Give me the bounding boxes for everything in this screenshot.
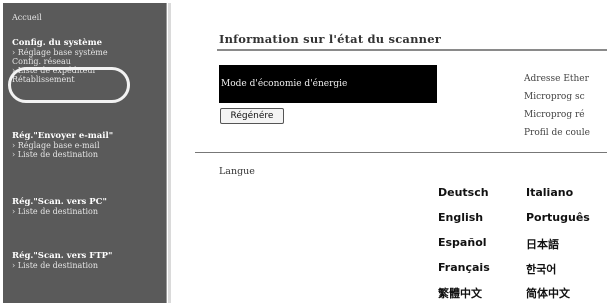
sidebar-link-email-destinations[interactable]: › Liste de destination — [12, 150, 113, 159]
status-display: Mode d'économie d'énergie — [219, 65, 437, 103]
sidebar-section-title: Rég."Envoyer e-mail" — [12, 131, 114, 141]
sidebar-section-title: Config. du système — [12, 38, 102, 48]
language-option[interactable]: English — [438, 211, 483, 224]
language-option[interactable]: Deutsch — [438, 186, 489, 199]
info-label-ethernet: Adresse Ether — [524, 74, 589, 84]
page-title: Information sur l'état du scanner — [219, 32, 441, 46]
info-label-color-profile: Profil de coule — [524, 128, 590, 138]
regenerate-button[interactable]: Régénére — [220, 108, 284, 124]
info-label-firmware-network: Microprog ré — [524, 110, 585, 120]
language-option[interactable]: Español — [438, 236, 487, 249]
language-option[interactable]: 한국어 — [526, 261, 556, 277]
sidebar-nav: Accueil Config. du système › Réglage bas… — [3, 3, 167, 303]
sidebar-section-title: Rég."Scan. vers FTP" — [12, 251, 113, 261]
scanner-web-ui: Accueil Config. du système › Réglage bas… — [0, 0, 607, 306]
language-option[interactable]: Italiano — [526, 186, 573, 199]
device-info-list: Adresse Ether Microprog sc Microprog ré … — [524, 70, 604, 142]
sidebar-link-email-base[interactable]: › Réglage base e-mail — [12, 141, 113, 150]
sidebar-section-email: Rég."Envoyer e-mail" › Réglage base e-ma… — [12, 131, 113, 159]
sidebar-link-ftp-destinations[interactable]: › Liste de destination — [12, 261, 112, 270]
main-content: Information sur l'état du scanner Mode d… — [172, 3, 607, 303]
sidebar-link-system-base[interactable]: › Réglage base système — [12, 48, 108, 57]
language-option[interactable]: 繁體中文 — [438, 285, 482, 301]
language-option[interactable]: 日本語 — [526, 236, 559, 252]
info-label-firmware-scanner: Microprog sc — [524, 92, 585, 102]
section-separator — [195, 152, 607, 153]
sidebar-section-scan-pc: Rég."Scan. vers PC" › Liste de destinati… — [12, 197, 107, 216]
sidebar-link-pc-destinations[interactable]: › Liste de destination — [12, 207, 107, 216]
sidebar-divider — [168, 3, 171, 303]
status-text: Mode d'économie d'énergie — [221, 79, 348, 89]
highlight-circle — [8, 67, 130, 103]
title-underline — [217, 49, 607, 51]
sidebar-home-link[interactable]: Accueil — [12, 13, 42, 22]
language-option[interactable]: Português — [526, 211, 590, 224]
sidebar-link-network[interactable]: Config. réseau — [12, 57, 108, 66]
sidebar-section-title: Rég."Scan. vers PC" — [12, 197, 107, 207]
sidebar-section-scan-ftp: Rég."Scan. vers FTP" › Liste de destinat… — [12, 251, 112, 270]
language-option[interactable]: 简体中文 — [526, 285, 570, 301]
language-label: Langue — [219, 166, 255, 177]
language-option[interactable]: Français — [438, 261, 490, 274]
